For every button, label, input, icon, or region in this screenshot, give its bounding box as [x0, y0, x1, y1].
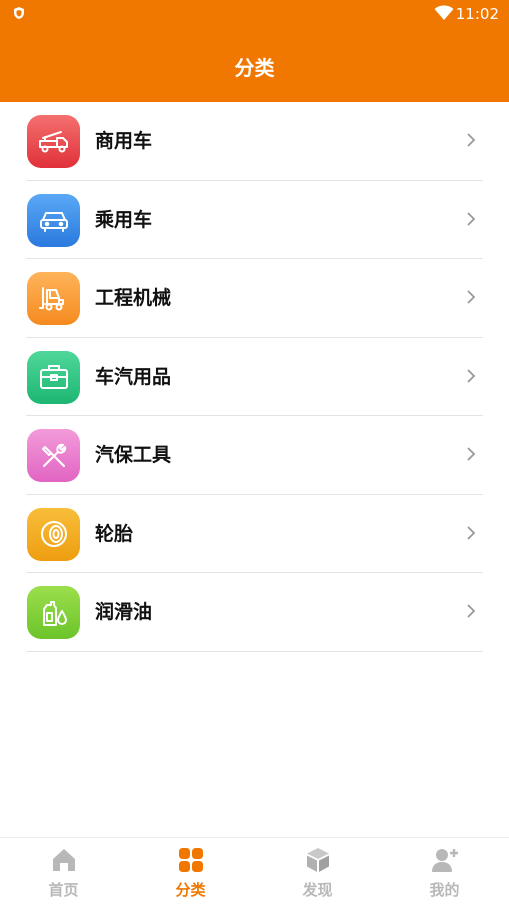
category-item-lubricant[interactable]: 润滑油	[26, 573, 483, 652]
category-item-commercial-vehicle[interactable]: 商用车	[26, 102, 483, 181]
category-item-construction-machinery[interactable]: 工程机械	[26, 259, 483, 338]
tab-label: 分类	[175, 881, 206, 899]
car-icon	[39, 212, 68, 232]
home-icon	[52, 849, 75, 871]
cube-icon	[306, 848, 329, 872]
category-item-passenger-car[interactable]: 乘用车	[26, 181, 483, 259]
wrench-screwdriver-icon	[41, 443, 66, 467]
tab-mine[interactable]: 我的	[381, 838, 508, 906]
category-icon-tile	[27, 429, 80, 482]
chevron-right-icon	[467, 368, 476, 383]
status-bar: 11:02	[0, 0, 509, 28]
tab-home[interactable]: 首页	[0, 838, 127, 906]
category-icon-tile	[27, 193, 80, 247]
category-item-car-accessories[interactable]: 车汽用品	[26, 338, 483, 416]
category-icon-tile	[27, 350, 80, 404]
category-label: 轮胎	[95, 522, 134, 545]
category-label: 车汽用品	[95, 365, 172, 388]
category-icon-tile	[27, 272, 80, 325]
category-icon-tile	[27, 586, 80, 639]
category-icon-tile	[27, 507, 80, 561]
category-item-maintenance-tools[interactable]: 汽保工具	[26, 416, 483, 495]
grid-icon	[178, 848, 203, 872]
chevron-right-icon	[467, 447, 476, 461]
category-icon-tile	[27, 115, 80, 168]
shield-icon	[14, 7, 24, 19]
tire-icon	[40, 521, 67, 547]
oil-bottle-icon	[42, 600, 67, 626]
tab-label: 首页	[48, 881, 79, 899]
chevron-right-icon	[467, 525, 476, 540]
chevron-right-icon	[467, 211, 476, 226]
forklift-icon	[38, 286, 64, 310]
category-list: 商用车 乘用车 工程机械 车汽用品 汽保工具 轮胎 润滑油	[0, 102, 509, 652]
page-title: 分类	[234, 56, 275, 80]
tab-label: 发现	[302, 881, 333, 899]
status-time: 11:02	[455, 5, 499, 23]
category-label: 润滑油	[95, 601, 153, 623]
bottom-tab-bar: 首页 分类 发现 我的	[0, 837, 509, 906]
truck-icon	[38, 130, 68, 152]
app-header: 11:02 分类	[0, 0, 509, 102]
tab-discover[interactable]: 发现	[254, 838, 381, 906]
category-label: 工程机械	[95, 287, 172, 309]
category-item-tires[interactable]: 轮胎	[26, 495, 483, 573]
category-label: 乘用车	[95, 208, 153, 231]
chevron-right-icon	[467, 290, 476, 304]
chevron-right-icon	[467, 133, 476, 147]
user-add-icon	[431, 849, 458, 872]
chevron-right-icon	[467, 604, 476, 618]
category-label: 汽保工具	[95, 444, 172, 466]
tab-label: 我的	[429, 881, 460, 899]
toolbox-icon	[39, 365, 68, 389]
category-label: 商用车	[95, 130, 153, 152]
wifi-icon	[434, 5, 454, 20]
tab-category[interactable]: 分类	[127, 838, 254, 906]
